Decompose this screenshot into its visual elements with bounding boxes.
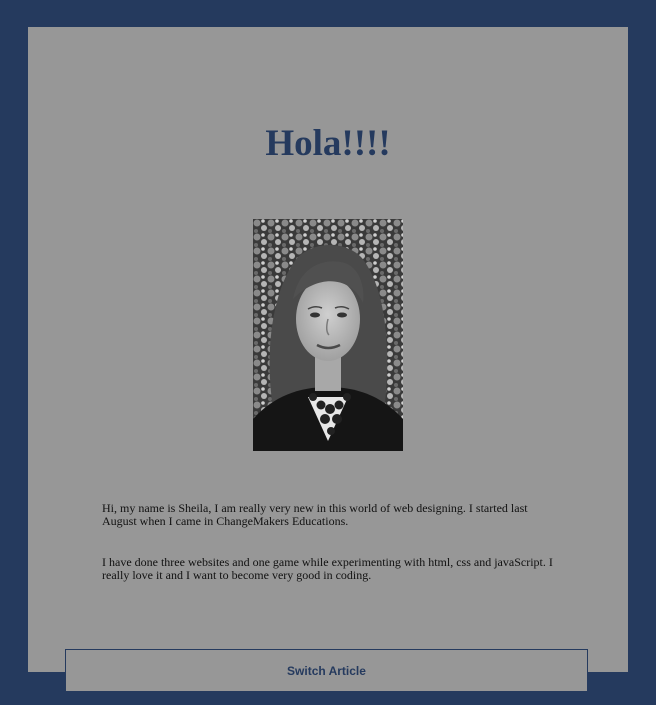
article-card: Hola!!!! Hi, my name is Sheila, I am rea… <box>28 27 628 672</box>
profile-photo <box>253 219 403 451</box>
page-title: Hola!!!! <box>265 123 391 164</box>
experience-paragraph: I have done three websites and one game … <box>102 555 553 582</box>
profile-photo-image <box>253 219 403 451</box>
intro-paragraph: Hi, my name is Sheila, I am really very … <box>102 501 528 528</box>
switch-article-button[interactable]: Switch Article <box>65 649 588 692</box>
